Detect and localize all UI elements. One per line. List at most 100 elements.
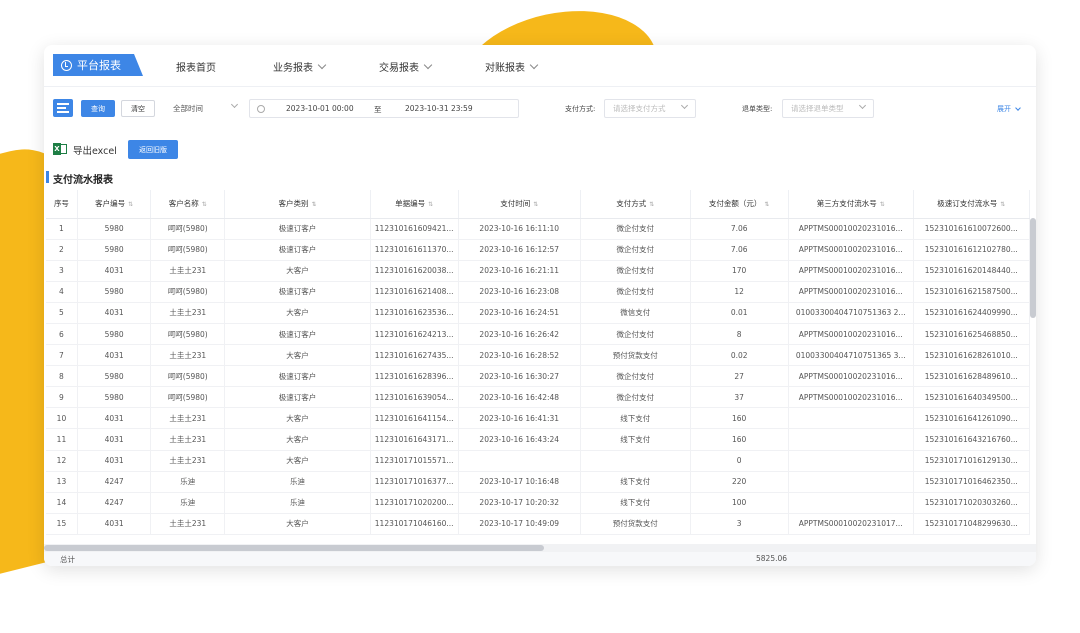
table-cell: 152310161624409990... (913, 302, 1030, 324)
table-cell: 5980 (77, 239, 152, 261)
time-range-select[interactable]: 全部时间 (165, 99, 245, 118)
calendar-icon (257, 105, 265, 113)
nav-brand-tab[interactable]: 平台报表 (53, 54, 143, 76)
pay-method-select[interactable]: 请选择支付方式 (604, 99, 696, 118)
column-header[interactable]: 客户类别 ⇅ (224, 190, 371, 219)
table-cell: 220 (690, 471, 789, 493)
table-footer-total: 总计 5825.06 (44, 552, 1036, 566)
table-cell: 4031 (77, 513, 152, 535)
sort-icon[interactable]: ⇅ (202, 201, 207, 207)
table-row[interactable]: 5 4031 土圭土231 大客户 112310161623536... 2023-10-… (46, 302, 1030, 324)
excel-icon[interactable]: X (53, 143, 67, 155)
table-cell: 4031 (77, 450, 152, 472)
table-row[interactable]: 15 4031 土圭土231 大客户 112310171046160... 2023-10… (46, 513, 1030, 535)
column-header[interactable]: 客户名称 ⇅ (150, 190, 226, 219)
table-row[interactable]: 4 5980 呵呵(5980) 极速订客户 112310161621408... 2023… (46, 281, 1030, 303)
sort-icon[interactable]: ⇅ (880, 201, 885, 207)
column-header[interactable]: 第三方支付流水号 ⇅ (788, 190, 914, 219)
refund-type-select[interactable]: 请选择退单类型 (782, 99, 874, 118)
table-cell: 大客户 (224, 428, 371, 451)
column-header[interactable]: 支付金额（元） ⇅ (690, 190, 789, 219)
table-row[interactable]: 14 4247 乐迪 乐迪 112310171020200... 2023-10-17 1… (46, 492, 1030, 514)
table-row[interactable]: 12 4031 土圭土231 大客户 112310171015571... 0 152310… (46, 450, 1030, 472)
table-row[interactable]: 6 5980 呵呵(5980) 极速订客户 112310161624213... 2023… (46, 323, 1030, 346)
report-title: 支付流水报表 (53, 175, 113, 186)
column-header[interactable]: 支付方式 ⇅ (580, 190, 691, 219)
table-cell: 微企付支付 (580, 365, 691, 388)
table-row[interactable]: 3 4031 土圭土231 大客户 112310161620038... 2023-10-… (46, 260, 1030, 282)
expand-filters-button[interactable]: 展开 (997, 104, 1021, 114)
table-cell: 土圭土231 (150, 428, 226, 451)
table-header-row: 序号 客户编号 ⇅ 客户名称 ⇅ 客户类别 ⇅ 单据编号 ⇅ 支付时间 ⇅ 支付方式 ⇅ 支付金额（元） ⇅… (46, 190, 1030, 219)
column-header[interactable]: 极速订支付流水号 ⇅ (913, 190, 1030, 219)
nav-item-report-home[interactable]: 报表首页 (176, 59, 216, 74)
sort-icon[interactable]: ⇅ (533, 201, 538, 207)
total-amount: 5825.06 (756, 554, 788, 563)
time-range-value: 全部时间 (173, 104, 203, 113)
table-cell: 152310161620148440... (913, 260, 1030, 282)
table-row[interactable]: 7 4031 土圭土231 大客户 112310161627435... 2023-10-… (46, 344, 1030, 367)
clear-button[interactable]: 清空 (121, 100, 155, 117)
column-header[interactable]: 序号 (46, 190, 78, 219)
nav-item-label: 对账报表 (485, 63, 525, 74)
menu-toggle-button[interactable] (53, 99, 73, 117)
sort-icon[interactable]: ⇅ (764, 201, 769, 207)
table-cell: 4247 (77, 471, 152, 493)
sort-icon[interactable]: ⇅ (311, 201, 316, 207)
horizontal-scrollbar[interactable] (44, 544, 1036, 552)
table-cell: 呵呵(5980) (150, 239, 226, 261)
table-row[interactable]: 10 4031 土圭土231 大客户 112310161641154... 2023-10… (46, 407, 1030, 430)
table-row[interactable]: 1 5980 呵呵(5980) 极速订客户 112310161609421... 2023… (46, 218, 1030, 240)
chevron-down-icon (423, 60, 433, 70)
table-cell: 5980 (77, 281, 152, 303)
table-cell: 大客户 (224, 407, 371, 430)
table-cell: APPTMS00010020231016... (788, 281, 914, 303)
table-cell: 112310161609421... (370, 218, 459, 240)
nav-item-reconcile-report[interactable]: 对账报表 (485, 59, 539, 74)
chevron-down-icon (317, 60, 327, 70)
table-cell: 152310161628489610... (913, 365, 1030, 388)
date-range-picker[interactable]: 2023-10-01 00:00 至 2023-10-31 23:59 (249, 99, 519, 118)
back-to-old-version-button[interactable]: 返回旧版 (128, 140, 178, 159)
table-cell: APPTMS00010020231017... (788, 513, 914, 535)
table-row[interactable]: 11 4031 土圭土231 大客户 112310161643171... 2023-10… (46, 428, 1030, 451)
column-header-label: 极速订支付流水号 (937, 199, 998, 209)
query-button[interactable]: 查询 (81, 100, 115, 117)
sort-icon[interactable]: ⇅ (428, 201, 433, 207)
nav-item-label: 交易报表 (379, 63, 419, 74)
sort-icon[interactable]: ⇅ (1000, 201, 1005, 207)
table-row[interactable]: 13 4247 乐迪 乐迪 112310171016377... 2023-10-17 1… (46, 471, 1030, 493)
table-cell: 112310161627435... (370, 344, 459, 367)
table-cell: 呵呵(5980) (150, 365, 226, 388)
table-cell: 极速订客户 (224, 365, 371, 388)
nav-item-business-report[interactable]: 业务报表 (273, 59, 327, 74)
table-row[interactable]: 9 5980 呵呵(5980) 极速订客户 112310161639054... 2023… (46, 386, 1030, 409)
total-label: 总计 (60, 555, 75, 564)
table-cell: 乐迪 (224, 492, 371, 514)
vertical-scrollbar[interactable] (1030, 218, 1036, 318)
column-header[interactable]: 支付时间 ⇅ (458, 190, 582, 219)
table-cell: 11 (46, 428, 78, 451)
title-accent-bar (46, 171, 49, 183)
table-row[interactable]: 8 5980 呵呵(5980) 极速订客户 112310161628396... 2023… (46, 365, 1030, 388)
sort-icon[interactable]: ⇅ (128, 201, 133, 207)
table-cell: 5980 (77, 365, 152, 388)
filter-bar: 查询 清空 全部时间 2023-10-01 00:00 至 2023-10-31… (44, 95, 1036, 121)
nav-item-trade-report[interactable]: 交易报表 (379, 59, 433, 74)
column-header[interactable]: 单据编号 ⇅ (370, 190, 459, 219)
table-cell: 152310161612102780... (913, 239, 1030, 261)
chevron-down-icon (858, 101, 867, 110)
table-row[interactable]: 2 5980 呵呵(5980) 极速订客户 112310161611370... 2023… (46, 239, 1030, 261)
export-excel-button[interactable]: 导出excel (73, 143, 117, 157)
table-cell: 线下支付 (580, 471, 691, 493)
table-cell: 9 (46, 386, 78, 409)
table-cell: 3 (690, 513, 789, 535)
table-cell: 14 (46, 492, 78, 514)
table-cell: APPTMS00010020231016... (788, 260, 914, 282)
table-cell: 0.02 (690, 344, 789, 367)
sort-icon[interactable]: ⇅ (649, 201, 654, 207)
table-cell: 呵呵(5980) (150, 218, 226, 240)
column-header[interactable]: 客户编号 ⇅ (77, 190, 152, 219)
table-cell: 7 (46, 344, 78, 367)
column-header-label: 客户编号 (95, 199, 126, 209)
